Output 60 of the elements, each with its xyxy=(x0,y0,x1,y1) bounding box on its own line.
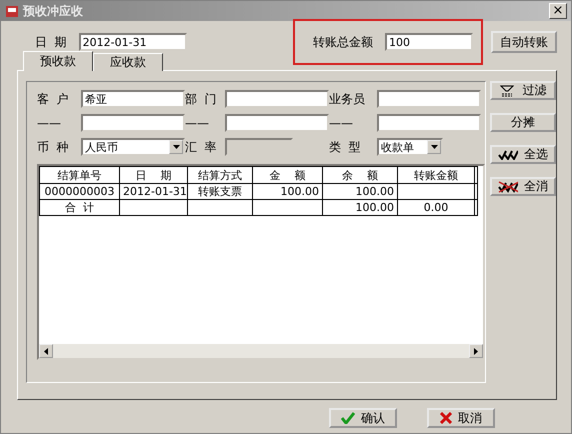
table-cell: 100.00 xyxy=(322,200,398,216)
checkmarks-icon xyxy=(498,150,518,160)
field-label: —— xyxy=(329,116,354,130)
table-cell: 100.00 xyxy=(252,184,322,200)
field-label: 部 门 xyxy=(185,90,218,108)
checkmark-icon xyxy=(341,412,355,424)
field-label: 业务员 xyxy=(329,90,366,108)
scrollbar[interactable] xyxy=(39,344,483,358)
dropdown[interactable]: 收款单 xyxy=(377,138,443,156)
action-button[interactable]: 全消 xyxy=(490,177,556,196)
field-label: —— xyxy=(37,116,62,130)
table-cell xyxy=(120,200,188,216)
close-button[interactable]: × xyxy=(549,3,567,19)
text-field[interactable] xyxy=(377,114,481,132)
table-cell: 100.00 xyxy=(322,184,398,200)
right-arrow-icon xyxy=(474,348,478,354)
field-label: 客 户 xyxy=(37,90,70,108)
transfer-total-field[interactable]: 100 xyxy=(385,33,473,51)
action-button[interactable]: 全选 xyxy=(490,145,556,164)
cancel-button[interactable]: 取消 xyxy=(427,408,495,428)
window-title: 预收冲应收 xyxy=(23,2,84,20)
action-button[interactable]: 过滤 xyxy=(490,81,556,100)
confirm-button[interactable]: 确认 xyxy=(329,408,397,428)
field-label: 币 种 xyxy=(37,138,70,156)
text-field[interactable] xyxy=(225,114,329,132)
table-cell: 合 计 xyxy=(40,200,120,216)
text-field[interactable] xyxy=(81,114,185,132)
table-cell: 0000000003 xyxy=(40,184,120,200)
filter-icon xyxy=(500,84,514,96)
dropdown-arrow-icon xyxy=(430,145,438,149)
auto-transfer-button[interactable]: 自动转账 xyxy=(491,31,557,53)
close-icon xyxy=(440,412,452,424)
field-label: 类 型 xyxy=(329,138,362,156)
table-cell: 转账支票 xyxy=(188,184,252,200)
column-header: 结算方式 xyxy=(188,166,252,184)
dropdown[interactable]: 人民币 xyxy=(81,138,185,156)
left-arrow-icon xyxy=(44,348,48,354)
column-header: 余 额 xyxy=(322,166,398,184)
date-field[interactable]: 2012-01-31 xyxy=(78,33,187,51)
tab[interactable]: 应收款 xyxy=(93,53,163,71)
table-cell xyxy=(252,200,322,216)
text-field[interactable] xyxy=(377,90,481,108)
action-button[interactable]: 分摊 xyxy=(490,113,556,132)
column-header: 转账金额 xyxy=(398,166,474,184)
text-field[interactable]: 希亚 xyxy=(81,90,185,108)
dropdown-arrow-icon xyxy=(172,145,180,149)
transfer-total-label: 转账总金额 xyxy=(313,34,373,50)
tab[interactable]: 预收款 xyxy=(23,51,93,71)
column-header: 结算单号 xyxy=(40,166,120,184)
column-header: 日 期 xyxy=(120,166,188,184)
table-cell: 2012-01-31 xyxy=(120,184,188,200)
text-field[interactable] xyxy=(225,90,329,108)
column-header: 金 额 xyxy=(252,166,322,184)
table-cell: 0.00 xyxy=(398,200,474,216)
field-label: —— xyxy=(185,116,210,130)
field-label: 汇 率 xyxy=(185,138,218,156)
app-icon xyxy=(5,4,19,18)
crossed-checkmarks-icon xyxy=(498,180,518,192)
table-cell xyxy=(188,200,252,216)
date-label: 日 期 xyxy=(35,34,67,50)
